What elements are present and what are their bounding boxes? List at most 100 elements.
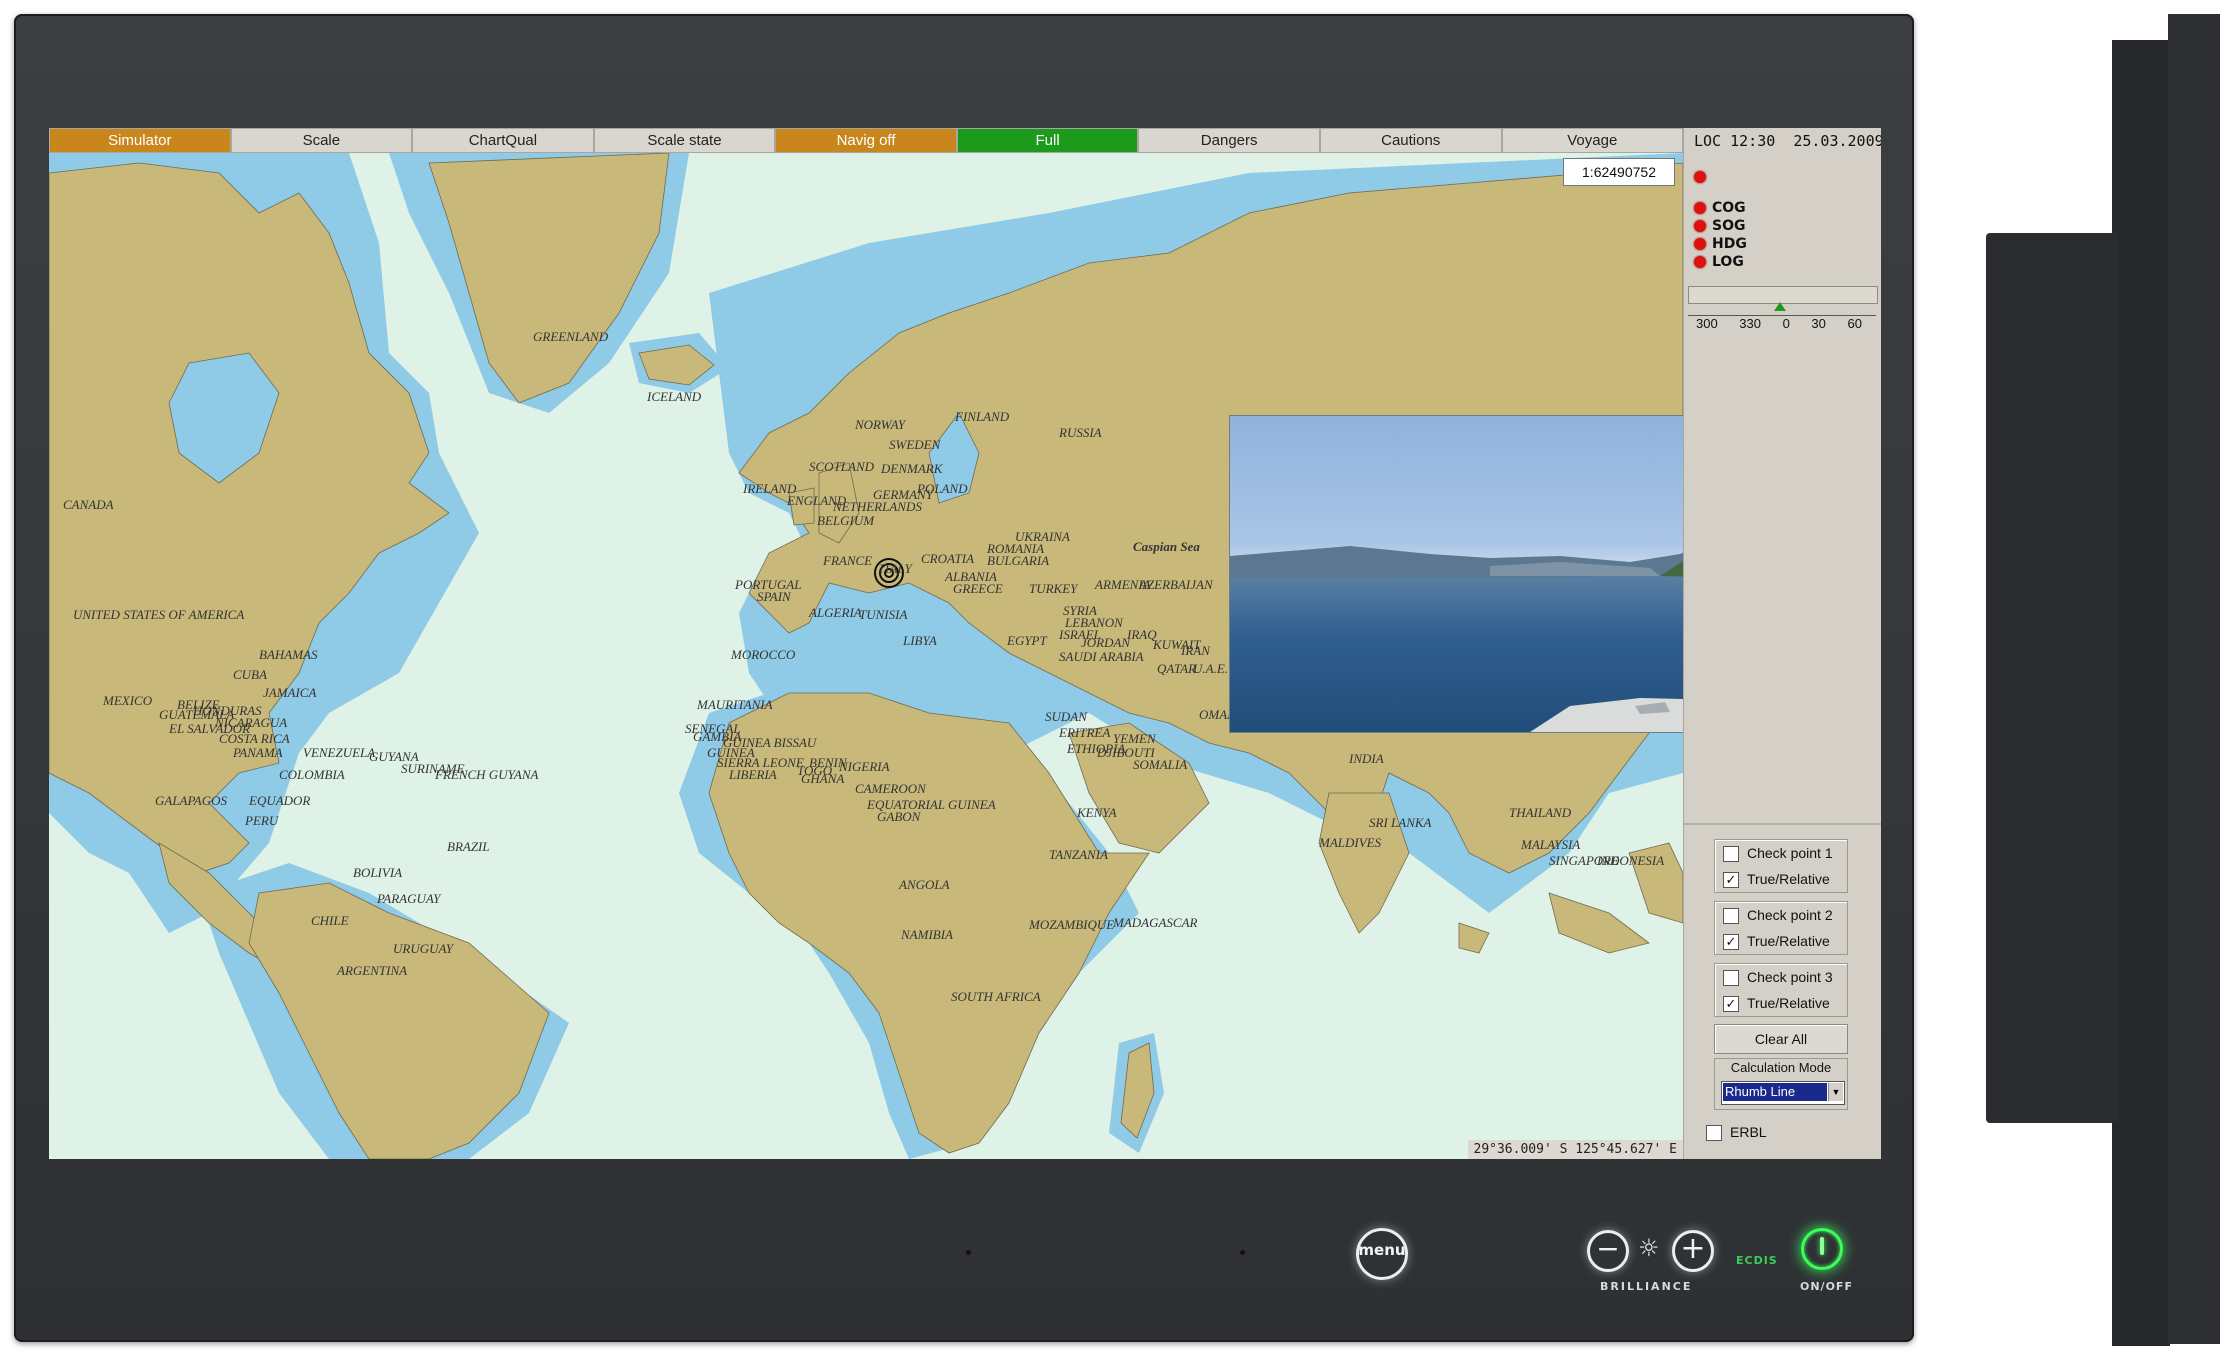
- map-label: BULGARIA: [987, 553, 1049, 568]
- map-label: ANGOLA: [898, 877, 950, 892]
- map-label: POLAND: [916, 481, 968, 496]
- map-label: MADAGASCAR: [1112, 915, 1198, 930]
- map-label: BRAZIL: [447, 839, 490, 854]
- map-label: CANADA: [63, 497, 114, 512]
- tab-scale-state[interactable]: Scale state: [593, 128, 776, 153]
- map-label: THAILAND: [1509, 805, 1572, 820]
- map-label: GHANA: [801, 771, 844, 786]
- map-label: SPAIN: [757, 589, 792, 604]
- brilliance-plus-button[interactable]: +: [1672, 1230, 1714, 1272]
- map-label: NAMIBIA: [900, 927, 953, 942]
- map-label: ERITREA: [1058, 725, 1110, 740]
- check-point-3-group: Check point 3 ✓ True/Relative: [1714, 963, 1848, 1017]
- map-label: URUGUAY: [393, 941, 455, 956]
- compass-tick: 0: [1782, 316, 1790, 331]
- map-label: SUDAN: [1045, 709, 1088, 724]
- menu-button[interactable]: menu: [1356, 1228, 1408, 1280]
- map-label: FRANCE: [822, 553, 872, 568]
- compass-tick: 300: [1696, 316, 1718, 331]
- map-label: TUNISIA: [859, 607, 907, 622]
- map-label: CHILE: [311, 913, 349, 928]
- map-label: BELGIUM: [817, 513, 875, 528]
- map-label: ICELAND: [646, 389, 702, 404]
- tab-navig-off[interactable]: Navig off: [775, 128, 957, 153]
- camera-video-panel: [1229, 415, 1683, 733]
- map-label: UNITED STATES OF AMERICA: [73, 607, 244, 622]
- check-point-1-true-relative[interactable]: ✓ True/Relative: [1715, 866, 1847, 892]
- map-label: ARGENTINA: [336, 963, 407, 978]
- clock-display: LOC 12:30 25.03.2009: [1694, 132, 1881, 150]
- top-toolbar: Simulator Scale ChartQual Scale state Na…: [49, 128, 1684, 153]
- brilliance-label: BRILLIANCE: [1600, 1280, 1693, 1293]
- map-label: INDIA: [1348, 751, 1384, 766]
- cursor-coordinates: 29°36.009' S 125°45.627' E: [1467, 1140, 1683, 1159]
- check-point-3-checkbox[interactable]: Check point 3: [1715, 964, 1847, 990]
- map-label: QATAR: [1157, 661, 1196, 676]
- map-label: SAUDI ARABIA: [1059, 649, 1144, 664]
- map-label: PANAMA: [232, 745, 283, 760]
- map-label: KENYA: [1076, 805, 1117, 820]
- check-point-2-true-relative[interactable]: ✓ True/Relative: [1715, 928, 1847, 954]
- tab-chartqual[interactable]: ChartQual: [412, 128, 594, 153]
- heading-compass-strip: 300 330 0 30 60: [1688, 286, 1878, 334]
- panel-divider: [1684, 823, 1881, 825]
- map-label: Caspian Sea: [1133, 539, 1200, 554]
- map-label: TANZANIA: [1049, 847, 1108, 862]
- map-label: INDONESIA: [1596, 853, 1664, 868]
- map-label: YEMEN: [1113, 731, 1157, 746]
- map-label: AZERBAIJAN: [1138, 577, 1214, 592]
- map-label: LIBYA: [902, 633, 937, 648]
- map-label: JORDAN: [1081, 635, 1131, 650]
- map-label: RUSSIA: [1058, 425, 1102, 440]
- heading-marker-icon: [1774, 302, 1786, 311]
- map-label: NIGERIA: [838, 759, 890, 774]
- chart-scale-display: 1:62490752: [1563, 158, 1675, 186]
- map-label: SWEDEN: [889, 437, 942, 452]
- check-point-3-true-relative[interactable]: ✓ True/Relative: [1715, 990, 1847, 1016]
- map-label: ITALY: [878, 561, 914, 576]
- bezel-sensor-dot: [1240, 1250, 1245, 1255]
- power-button[interactable]: [1801, 1228, 1847, 1274]
- check-point-1-checkbox[interactable]: Check point 1: [1715, 840, 1847, 866]
- compass-tick: 60: [1847, 316, 1862, 331]
- erbl-checkbox[interactable]: ERBL: [1706, 1124, 1767, 1142]
- map-label: GABON: [877, 809, 922, 824]
- map-label: SRI LANKA: [1369, 815, 1432, 830]
- map-label: CROATIA: [921, 551, 974, 566]
- map-label: PARAGUAY: [376, 891, 442, 906]
- tab-dangers[interactable]: Dangers: [1138, 128, 1320, 153]
- map-label: MALDIVES: [1318, 835, 1382, 850]
- chart-map[interactable]: GREENLAND ICELAND NORWAY FINLAND RUSSIA SWEDE…: [49, 153, 1683, 1159]
- map-label: EGYPT: [1006, 633, 1048, 648]
- check-point-2-group: Check point 2 ✓ True/Relative: [1714, 901, 1848, 955]
- onoff-label: ON/OFF: [1800, 1280, 1853, 1293]
- check-point-1-group: Check point 1 ✓ True/Relative: [1714, 839, 1848, 893]
- calculation-mode-group: Calculation Mode Rhumb Line ▼: [1714, 1058, 1848, 1110]
- menu-label: menu: [1358, 1241, 1406, 1259]
- map-label: GREECE: [953, 581, 1003, 596]
- monitor-side-strip: [2112, 40, 2170, 1346]
- camera-scene: [1230, 546, 1683, 732]
- map-label: EQUADOR: [248, 793, 310, 808]
- tab-cautions[interactable]: Cautions: [1319, 128, 1502, 153]
- compass-tick: 30: [1811, 316, 1826, 331]
- map-label: BAHAMAS: [259, 647, 318, 662]
- bezel-sensor-dot: [966, 1250, 971, 1255]
- ecdis-screen: Simulator Scale ChartQual Scale state Na…: [49, 128, 1881, 1159]
- map-label: CUBA: [233, 667, 267, 682]
- tab-full[interactable]: Full: [956, 128, 1139, 153]
- map-label: DENMARK: [880, 461, 944, 476]
- monitor-side-edge: [2168, 14, 2220, 1344]
- clear-all-button[interactable]: Clear All: [1714, 1024, 1848, 1054]
- calculation-mode-select[interactable]: Rhumb Line ▼: [1721, 1081, 1845, 1105]
- power-icon: [1820, 1237, 1824, 1255]
- brilliance-minus-button[interactable]: −: [1587, 1230, 1629, 1272]
- brilliance-sun-icon: ☼: [1638, 1234, 1660, 1262]
- minus-icon: −: [1596, 1232, 1620, 1265]
- map-label: U.A.E.: [1193, 661, 1228, 676]
- tab-voyage[interactable]: Voyage: [1501, 128, 1684, 153]
- check-point-2-checkbox[interactable]: Check point 2: [1715, 902, 1847, 928]
- tab-simulator[interactable]: Simulator: [49, 128, 231, 153]
- tab-scale[interactable]: Scale: [230, 128, 413, 153]
- map-label: MALAYSIA: [1520, 837, 1580, 852]
